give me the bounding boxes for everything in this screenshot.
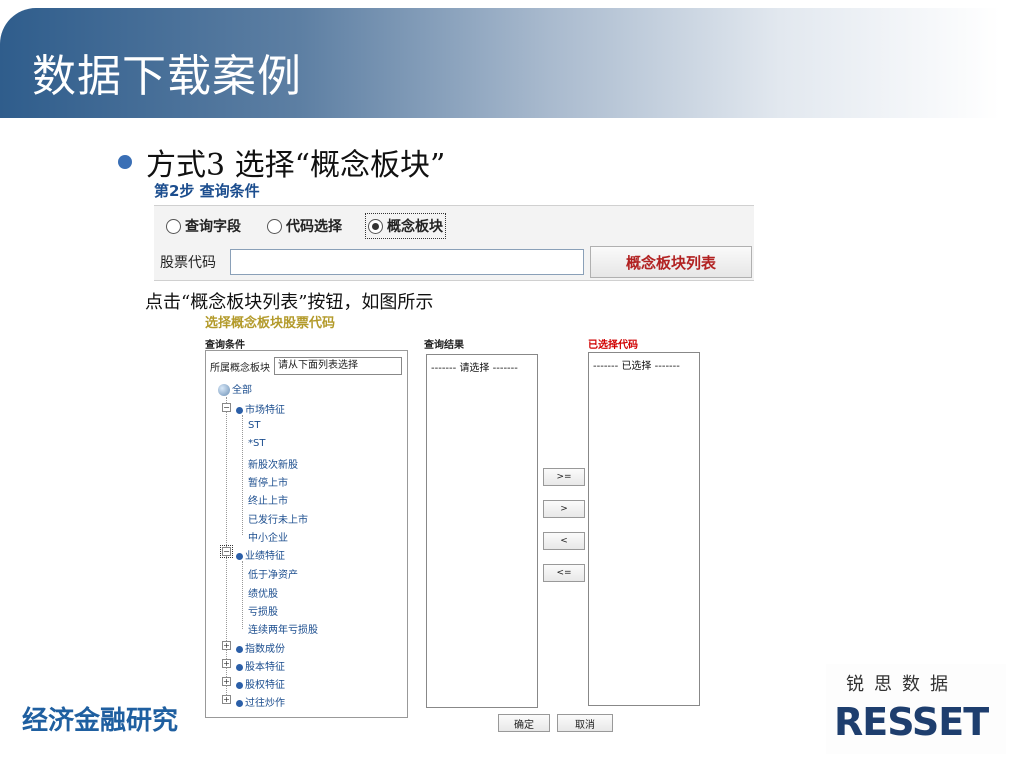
tree-leaf[interactable]: 连续两年亏损股: [248, 621, 318, 636]
globe-icon: [218, 384, 230, 396]
radio-label: 概念板块: [387, 219, 443, 235]
bullet-text: 方式3 选择“概念板块”: [146, 148, 446, 183]
tree-group-equity[interactable]: 股权特征: [236, 676, 285, 691]
radio-circle-selected-icon[interactable]: [368, 218, 383, 234]
tree-leaf[interactable]: *ST: [248, 438, 265, 449]
remove-all-button[interactable]: <=: [543, 564, 585, 582]
result-placeholder: ------- 请选择 -------: [431, 363, 518, 374]
tree-group-performance[interactable]: 业绩特征: [236, 547, 285, 562]
col-head-selected: 已选择代码: [588, 340, 638, 351]
node-bullet-icon: [236, 406, 243, 414]
tree-line: [242, 561, 243, 629]
ok-button[interactable]: 确定: [498, 714, 550, 732]
tree-leaf[interactable]: 中小企业: [248, 529, 288, 544]
node-bullet-icon: [236, 699, 243, 707]
bullet-line: 方式3 选择“概念板块”: [118, 140, 445, 184]
collapse-icon[interactable]: −: [220, 545, 233, 558]
cancel-button[interactable]: 取消: [557, 714, 613, 732]
tree-group-share-capital[interactable]: 股本特征: [236, 658, 285, 673]
code-row: 股票代码 概念板块列表: [160, 246, 752, 278]
brand-cn: 锐思数据: [846, 674, 958, 695]
expand-icon[interactable]: +: [222, 659, 231, 668]
concept-list-button[interactable]: 概念板块列表: [590, 246, 752, 278]
condition-panel: 所属概念板块 请从下面列表选择 全部 − 市场特征 ST *ST 新股次新股 暂…: [205, 350, 408, 718]
tree-root[interactable]: 全部: [218, 381, 252, 396]
tree-leaf[interactable]: ST: [248, 420, 260, 431]
query-panel: 查询字段 代码选择 概念板块 股票代码 概念板块列表: [154, 205, 754, 281]
stock-code-input[interactable]: [230, 249, 584, 275]
tree-leaf[interactable]: 亏损股: [248, 603, 278, 618]
radio-code-select[interactable]: 代码选择: [267, 216, 342, 236]
sector-tree: 全部 − 市场特征 ST *ST 新股次新股 暂停上市 终止上市 已发行未上市 …: [206, 351, 407, 717]
tree-group-index[interactable]: 指数成份: [236, 640, 285, 655]
tree-line: [242, 415, 243, 535]
node-bullet-icon: [236, 681, 243, 689]
selected-placeholder: ------- 已选择 -------: [593, 361, 680, 372]
resset-logo: RESSET: [834, 700, 989, 744]
tree-leaf[interactable]: 低于净资产: [248, 566, 298, 581]
step-title: 第2步 查询条件: [154, 182, 260, 200]
title-band: 数据下载案例: [0, 8, 1000, 118]
node-bullet-icon: [236, 645, 243, 653]
radio-circle-icon[interactable]: [267, 218, 282, 234]
tree-leaf[interactable]: 新股次新股: [248, 456, 298, 471]
tree-group-past-hype[interactable]: 过往炒作: [236, 694, 285, 709]
tree-leaf[interactable]: 终止上市: [248, 492, 288, 507]
radio-concept-sector[interactable]: 概念板块: [365, 213, 446, 239]
result-list[interactable]: ------- 请选择 -------: [426, 354, 538, 708]
footer-text: 经济金融研究: [22, 706, 179, 736]
radio-circle-icon[interactable]: [166, 218, 181, 234]
radio-label: 代码选择: [286, 219, 342, 235]
tree-leaf[interactable]: 已发行未上市: [248, 511, 308, 526]
tree-leaf[interactable]: 暂停上市: [248, 474, 288, 489]
remove-button[interactable]: <: [543, 532, 585, 550]
dialog-title: 选择概念板块股票代码: [205, 316, 336, 331]
brand-logo: 锐思数据 RESSET: [826, 664, 1006, 754]
node-bullet-icon: [236, 552, 243, 560]
selected-list[interactable]: ------- 已选择 -------: [588, 352, 700, 706]
expand-icon[interactable]: +: [222, 677, 231, 686]
node-bullet-icon: [236, 663, 243, 671]
slide-title: 数据下载案例: [32, 51, 302, 102]
add-button[interactable]: >: [543, 500, 585, 518]
add-all-button[interactable]: >=: [543, 468, 585, 486]
radio-row: 查询字段 代码选择 概念板块: [166, 213, 469, 239]
col-head-result: 查询结果: [424, 340, 464, 351]
tree-group-market[interactable]: 市场特征: [236, 401, 285, 416]
bullet-dot-icon: [118, 155, 132, 169]
expand-icon[interactable]: +: [222, 641, 231, 650]
radio-label: 查询字段: [185, 219, 241, 235]
caption: 点击“概念板块列表”按钮，如图所示: [145, 292, 434, 313]
expand-icon[interactable]: +: [222, 695, 231, 704]
radio-query-field[interactable]: 查询字段: [166, 216, 241, 236]
collapse-icon[interactable]: −: [222, 403, 231, 412]
stock-code-label: 股票代码: [160, 255, 216, 271]
tree-leaf[interactable]: 绩优股: [248, 585, 278, 600]
col-head-condition: 查询条件: [205, 340, 245, 351]
